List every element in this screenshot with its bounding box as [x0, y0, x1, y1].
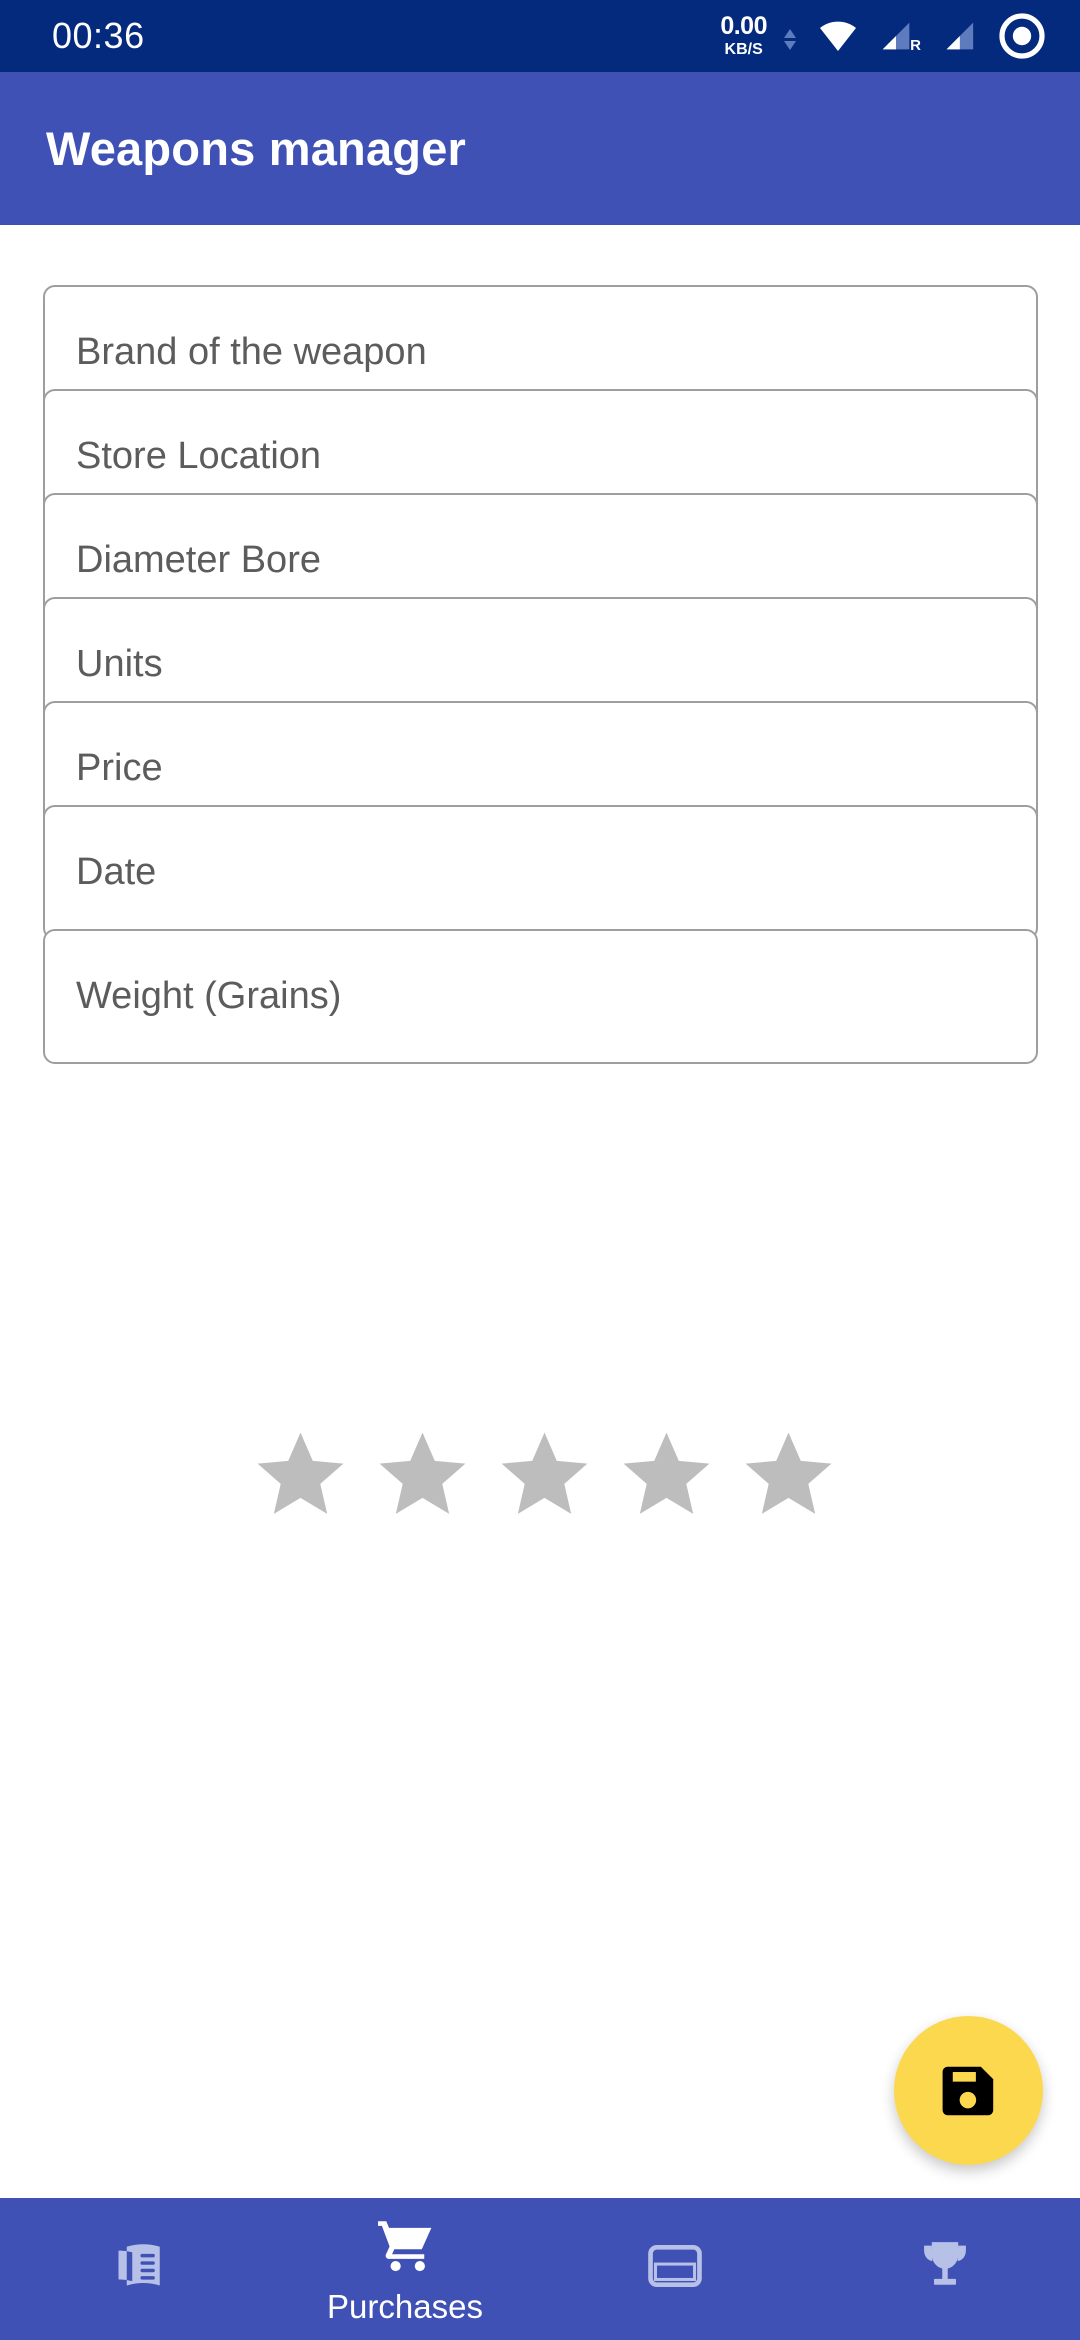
field-date-placeholder: Date	[76, 851, 157, 893]
credit-card-icon	[648, 2244, 702, 2288]
app-screen: 00:36 0.00 KB/S R Weapons manager Brand …	[0, 0, 1080, 2340]
field-brand-placeholder: Brand of the weapon	[76, 331, 427, 373]
status-bar: 00:36 0.00 KB/S R	[0, 0, 1080, 72]
save-fab-button[interactable]	[894, 2016, 1043, 2165]
bottom-navigation: Purchases	[0, 2198, 1080, 2340]
data-transfer-arrows-icon	[784, 29, 796, 50]
field-store-location-placeholder: Store Location	[76, 435, 322, 477]
rating-stars[interactable]	[0, 1423, 1080, 1523]
svg-text:R: R	[910, 37, 921, 54]
nav-item-credit-card[interactable]	[540, 2198, 810, 2340]
app-bar: Weapons manager	[0, 72, 1080, 225]
save-icon	[942, 2066, 993, 2115]
rating-star-5[interactable]	[736, 1423, 841, 1523]
screen-record-icon	[999, 13, 1045, 59]
field-units-placeholder: Units	[76, 643, 163, 685]
field-date[interactable]: Date	[43, 805, 1038, 940]
wifi-icon	[820, 21, 856, 51]
nav-item-book[interactable]	[0, 2198, 270, 2340]
signal-roaming-icon: R	[882, 22, 921, 54]
network-speed-value: 0.00	[720, 12, 767, 40]
nav-item-trophy[interactable]	[810, 2198, 1080, 2340]
shopping-cart-icon	[378, 2221, 432, 2272]
rating-star-1[interactable]	[248, 1423, 353, 1523]
page-title: Weapons manager	[46, 122, 467, 175]
field-price-placeholder: Price	[76, 747, 163, 789]
network-speed-unit: KB/S	[724, 41, 763, 58]
trophy-icon	[924, 2242, 966, 2285]
rating-star-3[interactable]	[492, 1423, 597, 1523]
network-speed-indicator: 0.00 KB/S	[720, 14, 767, 58]
field-weight-grains-placeholder: Weight (Grains)	[76, 975, 342, 1017]
status-time: 00:36	[52, 15, 145, 56]
status-icons: 0.00 KB/S R	[720, 12, 1046, 60]
signal-icon	[946, 22, 974, 50]
field-diameter-bore-placeholder: Diameter Bore	[76, 539, 321, 581]
field-weight-grains[interactable]: Weight (Grains)	[43, 929, 1038, 1064]
rating-star-4[interactable]	[614, 1423, 719, 1523]
nav-item-purchases-label: Purchases	[327, 2287, 483, 2325]
rating-star-2[interactable]	[370, 1423, 475, 1523]
nav-item-purchases[interactable]: Purchases	[270, 2198, 540, 2340]
book-icon	[118, 2244, 160, 2286]
form-content: Brand of the weapon Store Location Diame…	[0, 225, 1080, 2198]
